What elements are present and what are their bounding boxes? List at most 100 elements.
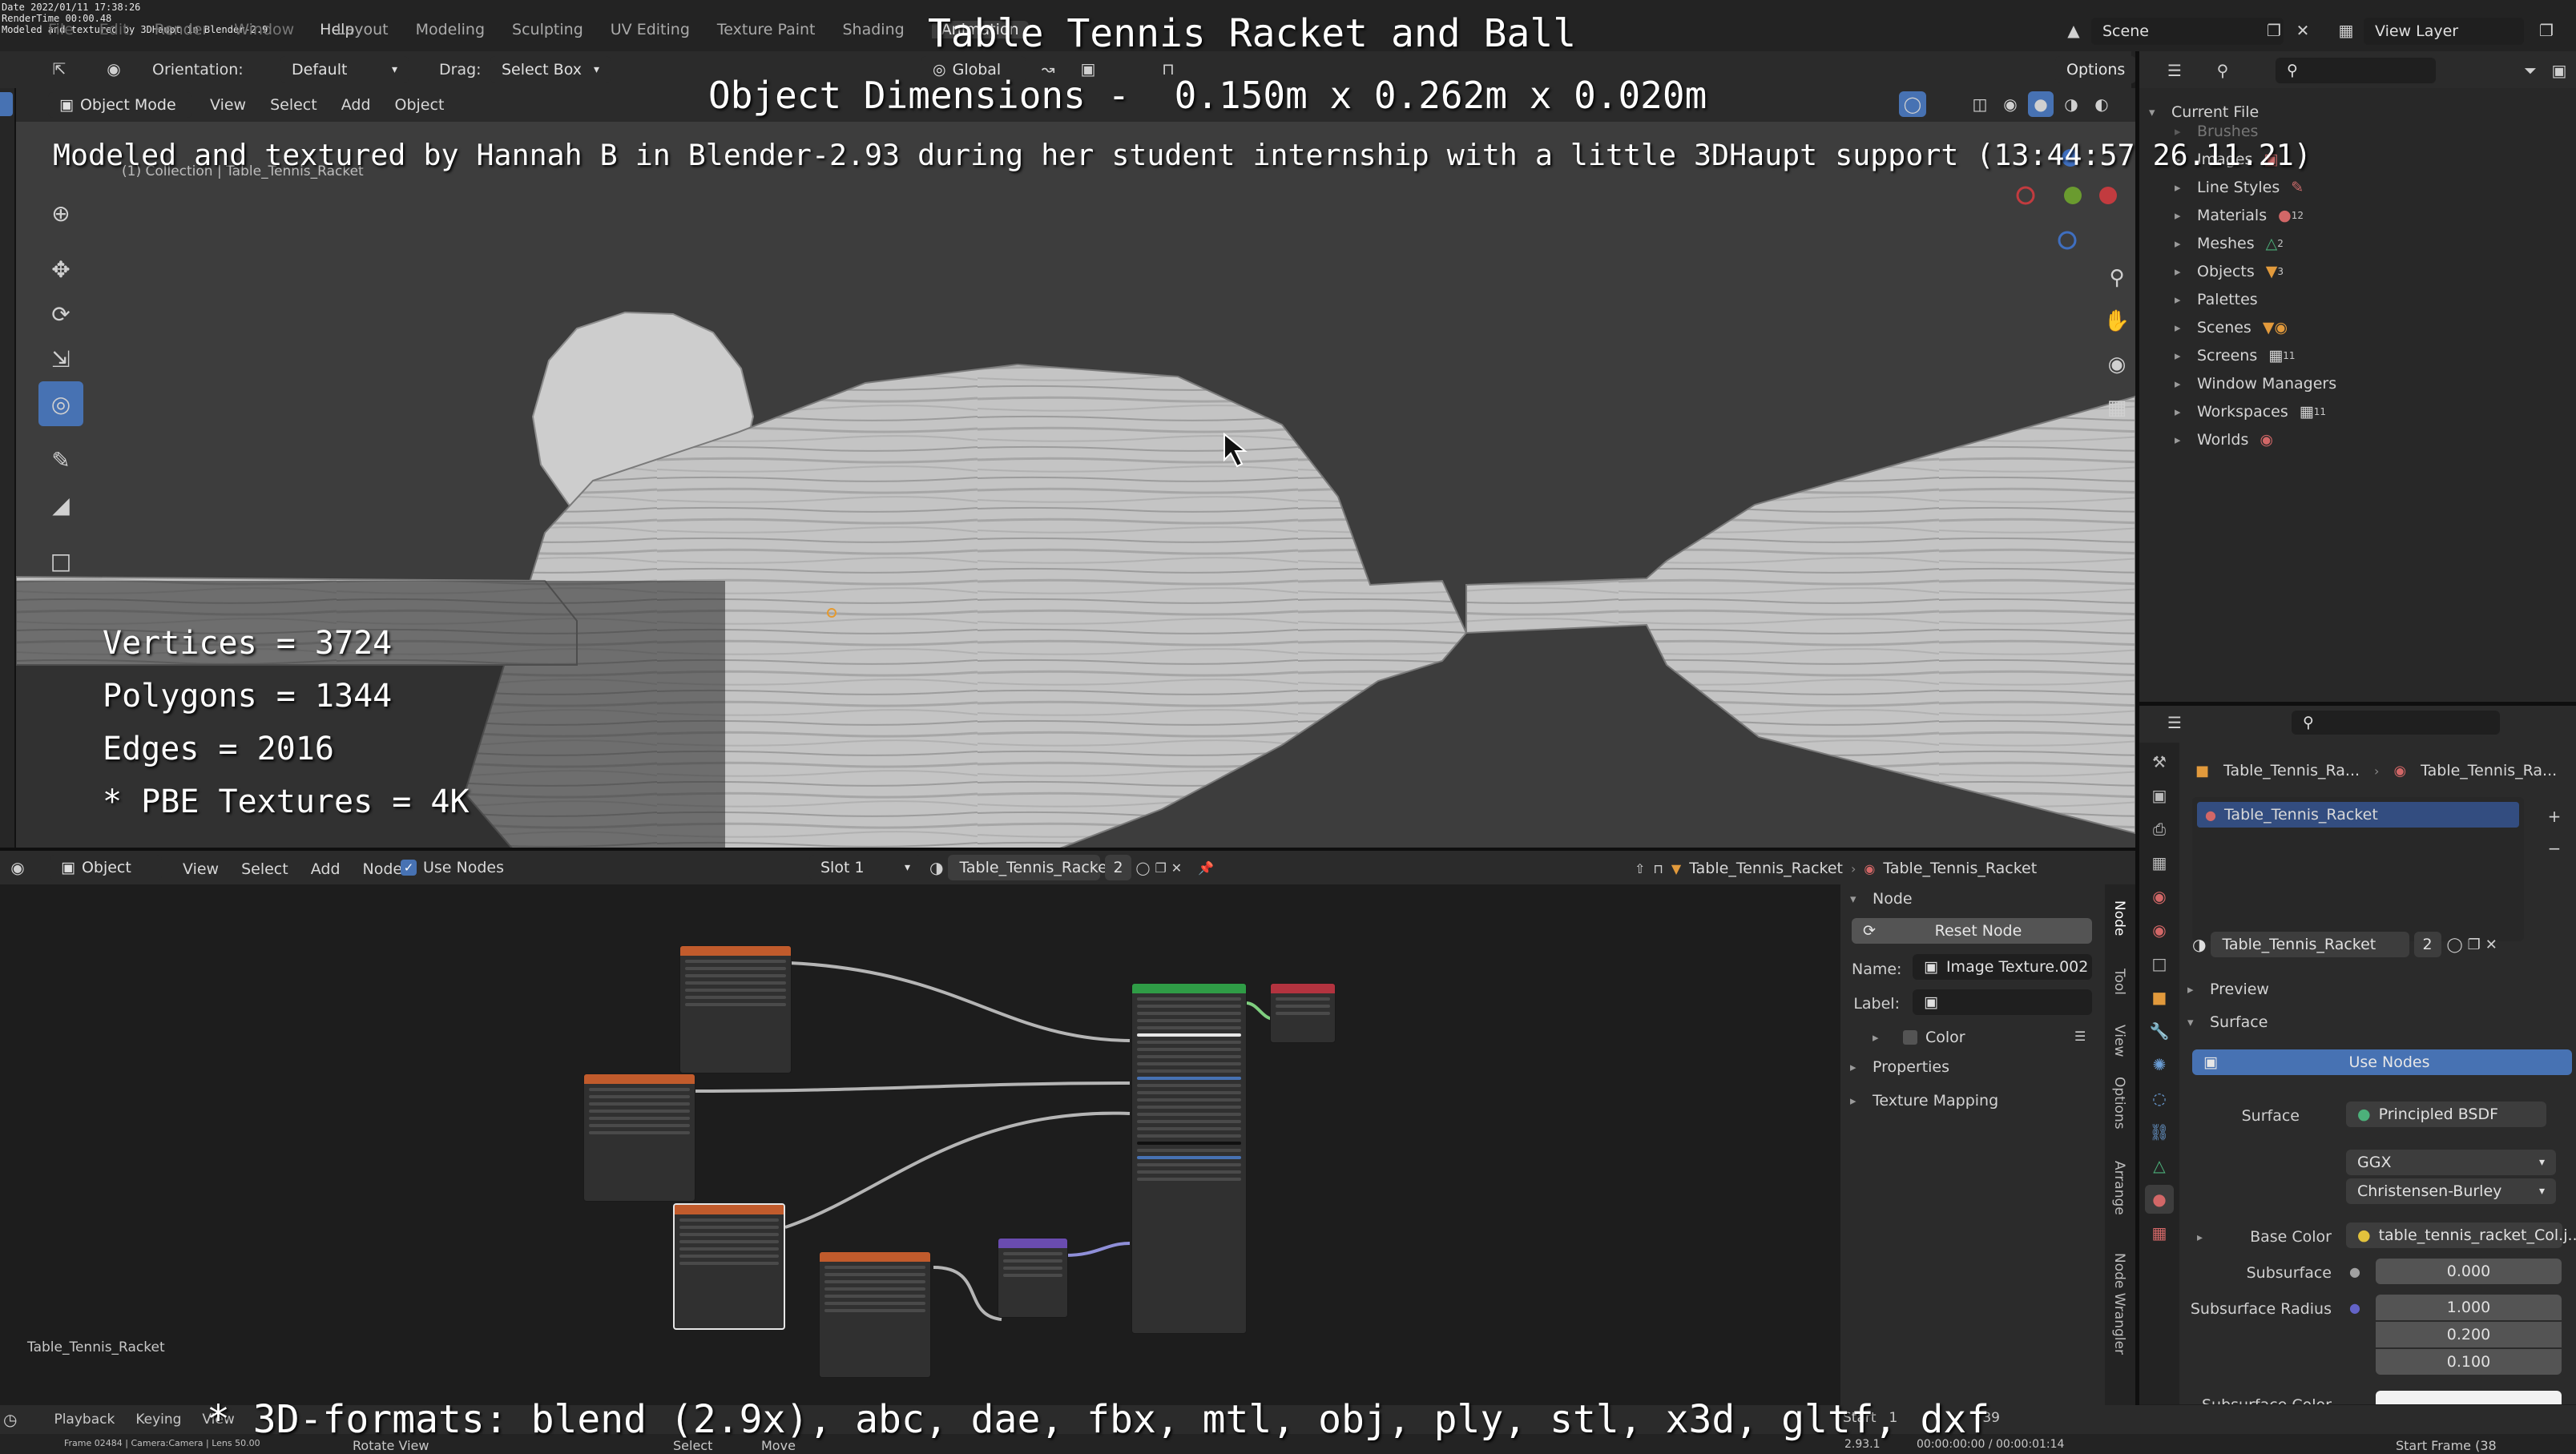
reset-node-button[interactable]: ⟳ Reset Node bbox=[1852, 918, 2092, 944]
node-editor[interactable]: ◉ ▣ Object View Select Add Node ✓ Use Nod… bbox=[0, 851, 2135, 1405]
data-tab-icon[interactable]: △ bbox=[2145, 1151, 2174, 1180]
surface-shader-field[interactable]: ● Principled BSDF bbox=[2346, 1102, 2546, 1127]
modifier-tab-icon[interactable]: 🔧 bbox=[2145, 1017, 2174, 1045]
material-shading-icon[interactable]: ◑ bbox=[2058, 91, 2084, 117]
sidebar-tab-options[interactable]: Options bbox=[2111, 1077, 2127, 1130]
unlink-icon[interactable]: ✕ bbox=[2485, 936, 2497, 953]
tab-shading[interactable]: Shading bbox=[843, 21, 905, 38]
node-section-header[interactable]: ▾ Node bbox=[1850, 884, 1913, 912]
view-layer-icon[interactable]: ▦ bbox=[2332, 16, 2360, 45]
texture-mapping-subpanel[interactable]: ▸ Texture Mapping bbox=[1850, 1086, 1998, 1114]
ortho-grid-icon[interactable]: ▦ bbox=[2099, 386, 2135, 429]
tab-modeling[interactable]: Modeling bbox=[416, 21, 485, 38]
subsurface-value[interactable]: 0.000 bbox=[2376, 1259, 2562, 1284]
image-texture-node-selected[interactable] bbox=[673, 1203, 785, 1330]
preview-panel[interactable]: ▸ Preview bbox=[2187, 975, 2269, 1003]
scale-tool-icon[interactable]: ⇲ bbox=[38, 336, 83, 381]
timeline-editor-icon[interactable]: ◷ bbox=[3, 1410, 17, 1429]
sidebar-tab-view[interactable]: View bbox=[2111, 1025, 2127, 1057]
viewport-menu-object[interactable]: Object bbox=[395, 96, 445, 114]
rotate-tool-icon[interactable]: ⟳ bbox=[38, 292, 83, 336]
node-name-field[interactable]: ▣ Image Texture.002 bbox=[1913, 954, 2092, 980]
move-tool-icon[interactable]: ✥ bbox=[38, 247, 83, 292]
new-collection-icon[interactable]: ▣ bbox=[2545, 56, 2574, 85]
sidebar-tab-node-wrangler[interactable]: Node Wrangler bbox=[2111, 1253, 2127, 1355]
gizmo-y-icon[interactable] bbox=[2064, 187, 2082, 204]
material-slot-item[interactable]: ● Table_Tennis_Racket bbox=[2197, 802, 2519, 828]
view-layer-tab-icon[interactable]: ▦ bbox=[2145, 848, 2174, 877]
list-icon[interactable]: ☰ bbox=[2074, 1029, 2086, 1044]
base-color-field[interactable]: ● table_tennis_racket_Col.j... bbox=[2346, 1222, 2576, 1248]
outliner-item-line-styles[interactable]: ▸ Line Styles ✎ bbox=[2175, 173, 2336, 201]
menu-window[interactable]: Window bbox=[234, 21, 294, 38]
zoom-icon[interactable]: ⚲ bbox=[2099, 256, 2135, 300]
chevron-right-icon[interactable]: ▸ bbox=[2197, 1231, 2203, 1244]
select-tool-icon[interactable]: ⇱ bbox=[45, 54, 74, 83]
wireframe-shading-icon[interactable]: ◉ bbox=[1998, 91, 2023, 117]
gizmo-x-icon[interactable] bbox=[2099, 187, 2117, 204]
subsurface-method-dropdown[interactable]: Christensen-Burley ▾ bbox=[2346, 1178, 2556, 1204]
menu-file[interactable]: File bbox=[48, 21, 74, 38]
drag-dropdown[interactable]: Select Box ▾ bbox=[490, 56, 611, 83]
duplicate-icon[interactable]: ❐ bbox=[2468, 936, 2481, 953]
camera-view-icon[interactable]: ◉ bbox=[2099, 343, 2135, 386]
delete-scene-icon[interactable]: ✕ bbox=[2288, 16, 2317, 45]
tab-layout[interactable]: Layout bbox=[337, 21, 389, 38]
image-texture-node[interactable] bbox=[583, 1073, 695, 1202]
filter-icon[interactable]: ⏷ bbox=[2516, 56, 2545, 85]
transform-tool-icon[interactable]: ◎ bbox=[38, 381, 83, 426]
texture-tab-icon[interactable]: ▦ bbox=[2145, 1218, 2174, 1247]
orientation-dropdown[interactable]: Default ▾ bbox=[280, 56, 409, 83]
outliner-item-materials[interactable]: ▸ Materials ● 12 bbox=[2175, 201, 2336, 229]
collection-tab-icon[interactable]: □ bbox=[2145, 949, 2174, 978]
node-label-field[interactable]: ▣ bbox=[1913, 989, 2092, 1015]
image-texture-node[interactable] bbox=[819, 1251, 931, 1378]
menu-render[interactable]: Render bbox=[155, 21, 209, 38]
scene-icon[interactable]: ▲ bbox=[2059, 16, 2088, 45]
outliner-item-scenes[interactable]: ▸ Scenes ▼◉ bbox=[2175, 313, 2336, 341]
material-users[interactable]: 2 bbox=[2414, 932, 2442, 957]
editor-type-icon[interactable]: ☰ bbox=[2160, 56, 2189, 85]
physics-tab-icon[interactable]: ◌ bbox=[2145, 1084, 2174, 1113]
options-button[interactable]: Options bbox=[2055, 56, 2137, 83]
sidebar-tab-arrange[interactable]: Arrange bbox=[2111, 1161, 2127, 1215]
fake-user-icon[interactable]: ◯ bbox=[2446, 936, 2462, 953]
use-nodes-button[interactable]: ▣ Use Nodes bbox=[2192, 1049, 2572, 1075]
gizmo-neg-x-icon[interactable] bbox=[2016, 186, 2035, 205]
scene-selector[interactable]: Scene bbox=[2091, 18, 2284, 45]
solid-shading-icon[interactable]: ● bbox=[2028, 91, 2054, 117]
render-tab-icon[interactable]: ▣ bbox=[2145, 781, 2174, 810]
material-output-node[interactable] bbox=[1270, 983, 1336, 1043]
outliner-item-worlds[interactable]: ▸ Worlds ◉ bbox=[2175, 425, 2336, 453]
subsurface-color-swatch[interactable] bbox=[2376, 1391, 2562, 1404]
outliner-item-window-managers[interactable]: ▸ Window Managers bbox=[2175, 369, 2336, 397]
distribution-dropdown[interactable]: GGX ▾ bbox=[2346, 1150, 2556, 1175]
properties-subpanel[interactable]: ▸ Properties bbox=[1850, 1053, 1949, 1081]
new-scene-icon[interactable]: ❐ bbox=[2260, 16, 2288, 45]
rendered-shading-icon[interactable]: ◐ bbox=[2089, 91, 2114, 117]
color-toggle[interactable]: ▸ Color bbox=[1873, 1029, 1965, 1046]
overlays-icon[interactable]: ◯ bbox=[1899, 91, 1926, 117]
racket-handle-right[interactable] bbox=[1465, 395, 2135, 835]
display-mode-icon[interactable]: ⚲ bbox=[2208, 56, 2237, 85]
radius-z[interactable]: 0.100 bbox=[2376, 1349, 2562, 1375]
viewport-menu-view[interactable]: View bbox=[210, 96, 246, 114]
outliner-item-palettes[interactable]: ▸ Palettes bbox=[2175, 285, 2336, 313]
output-tab-icon[interactable]: ⎙ bbox=[2145, 815, 2174, 844]
sidebar-tab-node[interactable]: Node bbox=[2111, 900, 2127, 936]
outliner-item-meshes[interactable]: ▸ Meshes △ 2 bbox=[2175, 229, 2336, 257]
outliner-item-workspaces[interactable]: ▸ Workspaces ▦ 11 bbox=[2175, 397, 2336, 425]
particles-tab-icon[interactable]: ✺ bbox=[2145, 1050, 2174, 1079]
xray-icon[interactable]: ◫ bbox=[1967, 91, 1993, 117]
material-name-field[interactable]: Table_Tennis_Racket bbox=[2211, 932, 2410, 957]
viewport-menu-select[interactable]: Select bbox=[270, 96, 317, 114]
radius-x[interactable]: 1.000 bbox=[2376, 1295, 2562, 1320]
new-view-layer-icon[interactable]: ❐ bbox=[2532, 16, 2561, 45]
viewport-menu-add[interactable]: Add bbox=[341, 96, 371, 114]
principled-bsdf-node[interactable] bbox=[1131, 983, 1247, 1334]
tool-tab-icon[interactable]: ⚒ bbox=[2145, 747, 2174, 776]
menu-edit[interactable]: Edit bbox=[99, 21, 129, 38]
properties-search[interactable]: ⚲ bbox=[2292, 711, 2500, 735]
image-texture-node[interactable] bbox=[679, 945, 792, 1073]
annotate-tool-icon[interactable]: ✎ bbox=[38, 437, 83, 482]
